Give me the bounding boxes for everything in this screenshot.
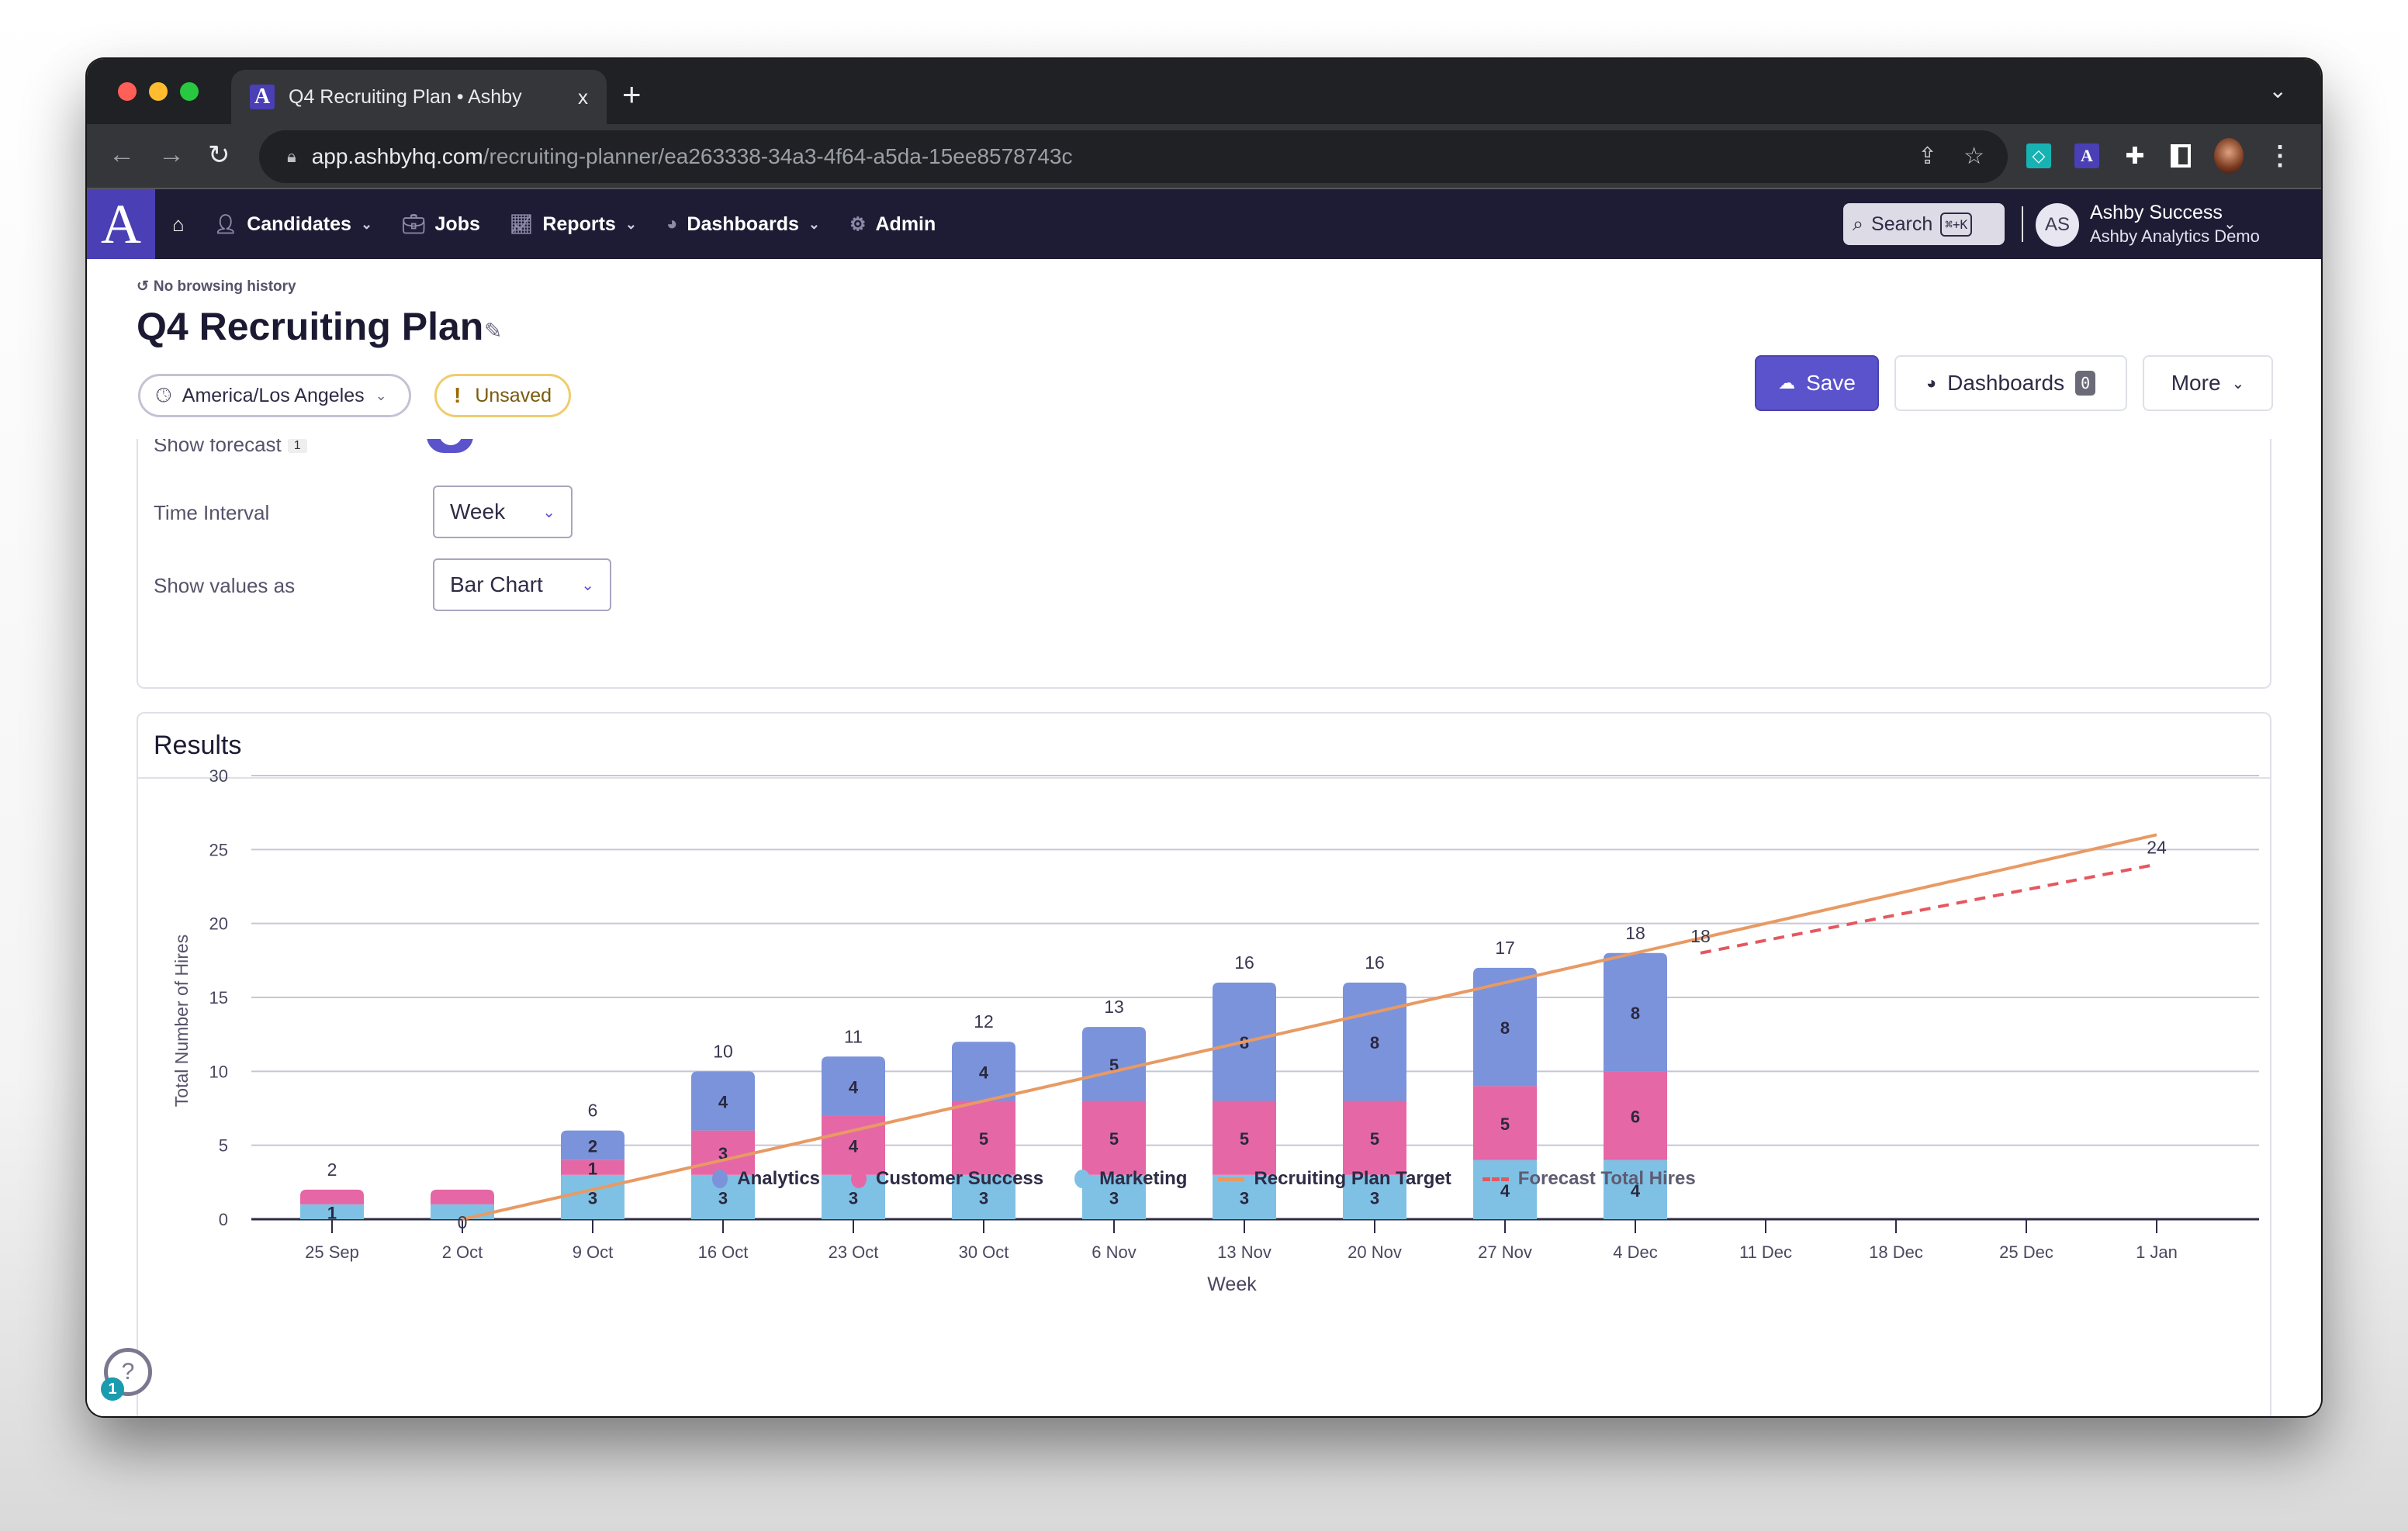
x-tick-label: 9 Oct [573,1242,614,1262]
bar-segment-label: 4 [849,1137,859,1156]
bar-segment-label: 4 [718,1092,728,1111]
x-axis-label: Week [1207,1274,1257,1295]
legend-dot-icon [712,1170,728,1188]
legend-item[interactable]: Customer Success [851,1168,1043,1190]
line-point-label: 18 [1690,926,1711,946]
bar-segment-label: 2 [588,1137,597,1156]
x-tick-label: 25 Sep [305,1242,359,1262]
bar-total-label: 16 [1365,952,1385,973]
y-tick-label: 10 [209,1062,228,1081]
x-tick-label: 18 Dec [1869,1242,1923,1262]
bar-segment-label: 5 [1500,1115,1510,1134]
x-tick-label: 30 Oct [959,1242,1009,1262]
bar-total-label: 13 [1104,997,1124,1017]
legend-label: Analytics [737,1168,821,1189]
target-line [462,833,2157,1221]
bar-total-label: 10 [713,1041,733,1061]
legend-dot-icon [1074,1170,1091,1188]
y-axis-label: Total Number of Hires [171,935,192,1107]
legend-dot-icon [851,1170,867,1188]
bar-total-label: 12 [974,1011,994,1032]
legend-label: Forecast Total Hires [1517,1168,1696,1189]
legend-item[interactable]: Marketing [1074,1168,1187,1190]
x-tick-label: 20 Nov [1348,1242,1402,1262]
bar-segment-label: 4 [979,1063,989,1082]
y-tick-label: 5 [219,1136,228,1156]
bar-segment-label: 5 [1109,1129,1119,1149]
bar-segment-customer-success [300,1189,364,1204]
hires-chart: 051015202530Total Number of Hires25 Sep 2… [171,766,2259,1295]
bar-total-label: 18 [1625,923,1645,943]
bar-segment-label: 1 [327,1203,337,1222]
bar-segment-label: 8 [1500,1018,1510,1038]
line-point-label: 24 [2147,837,2167,857]
bar-segment-label: 8 [1631,1004,1640,1023]
browser-window: A Q4 Recruiting Plan • Ashby x + ⌄ ← → ↻… [87,59,2321,1416]
y-tick-label: 15 [209,988,228,1007]
x-tick-label: 25 Dec [1999,1242,2053,1262]
bar-segment-label: 3 [718,1188,728,1208]
bar-segment-label: 3 [849,1188,858,1208]
bar-total-label: 17 [1495,938,1515,958]
bar-segment-label: 3 [979,1188,988,1208]
bar-segment-label: 6 [1631,1108,1640,1127]
bar-segment-label: 3 [1240,1188,1249,1208]
y-tick-label: 0 [219,1210,228,1229]
x-tick-label: 13 Nov [1217,1242,1271,1262]
bar-segment-customer-success [431,1189,494,1204]
y-tick-label: 25 [209,840,228,859]
x-tick-label: 11 Dec [1739,1242,1792,1262]
legend-label: Recruiting Plan Target [1254,1168,1451,1189]
bar-total-label: 11 [844,1026,863,1046]
legend-line-icon [1218,1177,1245,1181]
x-tick-label: 1 Jan [2136,1242,2178,1262]
legend-dashed-line-icon [1482,1177,1509,1181]
bar-segment-label: 4 [849,1077,859,1097]
legend-label: Marketing [1099,1168,1188,1189]
bar-segment-label: 5 [1370,1129,1379,1149]
x-tick-label: 23 Oct [829,1242,879,1262]
bar-segment-label: 3 [1109,1188,1119,1208]
x-tick-label: 6 Nov [1092,1242,1136,1262]
line-point-label: 0 [458,1212,468,1232]
x-tick-label: 16 Oct [698,1242,749,1262]
legend-item[interactable]: Forecast Total Hires [1482,1168,1696,1190]
y-tick-label: 20 [209,914,228,934]
chart-legend: Analytics Customer Success Marketing Recrui… [87,1168,2321,1190]
legend-item[interactable]: Recruiting Plan Target [1218,1168,1451,1190]
legend-label: Customer Success [876,1168,1044,1189]
bar-total-label: 6 [588,1101,598,1121]
bar-segment-label: 8 [1370,1033,1379,1052]
bar-total-label: 16 [1234,952,1254,973]
x-tick-label: 2 Oct [442,1242,483,1262]
x-tick-label: 27 Nov [1478,1242,1532,1262]
legend-item[interactable]: Analytics [712,1168,820,1190]
bar-segment-label: 5 [1240,1129,1249,1149]
y-tick-label: 30 [209,766,228,786]
bar-segment-label: 3 [1370,1188,1379,1208]
help-notification-badge: 1 [101,1377,124,1401]
forecast-line [1700,862,2157,955]
bar-segment-label: 5 [979,1129,988,1149]
x-tick-label: 4 Dec [1613,1242,1657,1262]
